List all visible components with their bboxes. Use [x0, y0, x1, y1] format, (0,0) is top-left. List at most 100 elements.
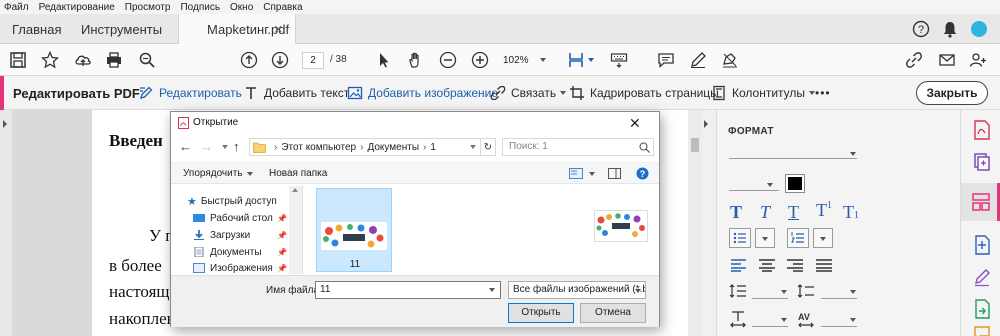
align-left-icon[interactable]: [730, 258, 748, 272]
nav-documents[interactable]: Документы: [193, 245, 262, 259]
file-item[interactable]: 11: [316, 188, 392, 272]
breadcrumb-this-pc[interactable]: Этот компьютер: [281, 142, 356, 153]
select-pointer-icon[interactable]: [374, 50, 394, 70]
fill-sign-icon[interactable]: [973, 267, 991, 287]
horizontal-scale-select[interactable]: [752, 326, 788, 327]
align-justify-icon[interactable]: [815, 258, 833, 272]
scroll-up-icon[interactable]: [292, 188, 298, 192]
superscript-icon[interactable]: T1: [816, 200, 832, 221]
bullet-list-button[interactable]: [729, 228, 751, 248]
menu-window[interactable]: Окно: [230, 2, 253, 13]
pin-icon[interactable]: 📌: [277, 248, 287, 257]
save-icon[interactable]: [8, 50, 28, 70]
preview-pane-icon[interactable]: [608, 168, 621, 179]
up-arrow-icon[interactable]: ↑: [233, 139, 240, 154]
pen-icon[interactable]: [688, 50, 708, 70]
menu-edit[interactable]: Редактирование: [39, 2, 115, 13]
bullet-list-dropdown[interactable]: [755, 228, 775, 248]
numbered-list-dropdown[interactable]: [813, 228, 833, 248]
pin-icon[interactable]: 📌: [277, 214, 287, 223]
line-spacing-caret[interactable]: [781, 290, 787, 294]
fit-page-caret[interactable]: [588, 58, 594, 62]
address-bar[interactable]: › Этот компьютер › Документы › 1: [249, 138, 481, 156]
link-button[interactable]: Связать: [490, 85, 567, 101]
font-size-select[interactable]: [729, 190, 779, 191]
view-options-caret[interactable]: [589, 172, 595, 176]
comment-tool-icon[interactable]: [973, 324, 991, 336]
nav-downloads[interactable]: Загрузки: [193, 228, 250, 242]
menu-sign[interactable]: Подпись: [180, 2, 220, 13]
hand-tool-icon[interactable]: [406, 50, 426, 70]
find-icon[interactable]: [137, 50, 157, 70]
add-user-icon[interactable]: [968, 50, 988, 70]
print-icon[interactable]: [104, 50, 124, 70]
help-icon[interactable]: ?: [636, 167, 649, 180]
font-family-caret[interactable]: [850, 152, 856, 156]
mail-icon[interactable]: [937, 50, 957, 70]
font-color-swatch[interactable]: [785, 174, 805, 193]
horizontal-scale-icon[interactable]: [729, 310, 747, 328]
breadcrumb-documents[interactable]: Документы: [367, 142, 419, 153]
cloud-upload-icon[interactable]: [73, 50, 93, 70]
paragraph-spacing-caret[interactable]: [850, 290, 856, 294]
page-down-icon[interactable]: [270, 50, 290, 70]
close-icon[interactable]: ✕: [274, 23, 283, 36]
new-folder-button[interactable]: Новая папка: [269, 168, 327, 179]
horizontal-scale-caret[interactable]: [781, 318, 787, 322]
create-pdf-icon[interactable]: [973, 152, 991, 172]
font-size-caret[interactable]: [767, 183, 773, 187]
sign-icon[interactable]: [720, 50, 740, 70]
organize-button[interactable]: Упорядочить: [183, 168, 253, 179]
character-spacing-caret[interactable]: [850, 318, 856, 322]
nav-quick-access[interactable]: ★ Быстрый доступ: [187, 194, 277, 208]
page-number-input[interactable]: 2: [302, 52, 324, 69]
tab-home[interactable]: Главная: [12, 14, 61, 44]
crop-pages-button[interactable]: Кадрировать страницы: [569, 85, 719, 101]
back-arrow-icon[interactable]: ←: [179, 139, 192, 154]
export-pdf-icon[interactable]: [973, 120, 991, 140]
text-style-bold-icon[interactable]: T: [730, 202, 742, 223]
zoom-dropdown-caret[interactable]: [540, 58, 546, 62]
zoom-out-icon[interactable]: [438, 50, 458, 70]
header-footer-button[interactable]: Колонтитулы: [711, 85, 816, 101]
search-input[interactable]: Поиск: 1: [502, 138, 654, 156]
align-right-icon[interactable]: [786, 258, 804, 272]
character-spacing-icon[interactable]: AV: [797, 310, 815, 328]
search-icon[interactable]: [639, 142, 650, 153]
edit-tool-button[interactable]: Редактировать: [138, 85, 242, 101]
font-family-select[interactable]: [729, 158, 857, 159]
help-icon[interactable]: ?: [910, 18, 932, 40]
address-dropdown-caret[interactable]: [470, 145, 476, 149]
open-button[interactable]: Открыть: [508, 303, 574, 323]
bell-icon[interactable]: [940, 18, 960, 40]
view-options-icon[interactable]: [569, 168, 583, 179]
text-style-underline-icon[interactable]: T: [788, 202, 799, 223]
avatar[interactable]: [968, 18, 990, 40]
filetype-select[interactable]: Все файлы изображений (*.br: [508, 281, 646, 299]
expand-left-panel-icon[interactable]: [3, 120, 7, 128]
add-text-button[interactable]: Добавить текст: [243, 85, 349, 101]
refresh-icon[interactable]: ↻: [481, 138, 496, 156]
star-icon[interactable]: [40, 50, 60, 70]
tab-document[interactable]: Марketинг.pdf ✕: [178, 14, 296, 45]
pin-icon[interactable]: 📌: [277, 231, 287, 240]
line-spacing-select[interactable]: [752, 298, 788, 299]
character-spacing-select[interactable]: [821, 326, 857, 327]
comment-icon[interactable]: [656, 50, 676, 70]
close-edit-button[interactable]: Закрыть: [916, 81, 988, 105]
export-pages-icon[interactable]: [973, 299, 991, 319]
paragraph-spacing-icon[interactable]: [797, 283, 815, 299]
line-spacing-icon[interactable]: [729, 283, 747, 299]
menu-help[interactable]: Справка: [263, 2, 302, 13]
document-scrollbar[interactable]: [688, 110, 702, 336]
nav-pictures[interactable]: Изображения: [193, 262, 273, 274]
align-center-icon[interactable]: [758, 258, 776, 272]
nav-desktop[interactable]: Рабочий стол: [193, 211, 273, 225]
keyboard-icon[interactable]: [609, 50, 629, 70]
share-link-icon[interactable]: [904, 50, 924, 70]
menu-file[interactable]: Файл: [4, 2, 29, 13]
paragraph-spacing-select[interactable]: [821, 298, 857, 299]
dialog-titlebar[interactable]: Открытие ✕: [171, 112, 659, 134]
organize-pages-icon[interactable]: [973, 235, 991, 255]
more-options-button[interactable]: •••: [815, 85, 831, 101]
